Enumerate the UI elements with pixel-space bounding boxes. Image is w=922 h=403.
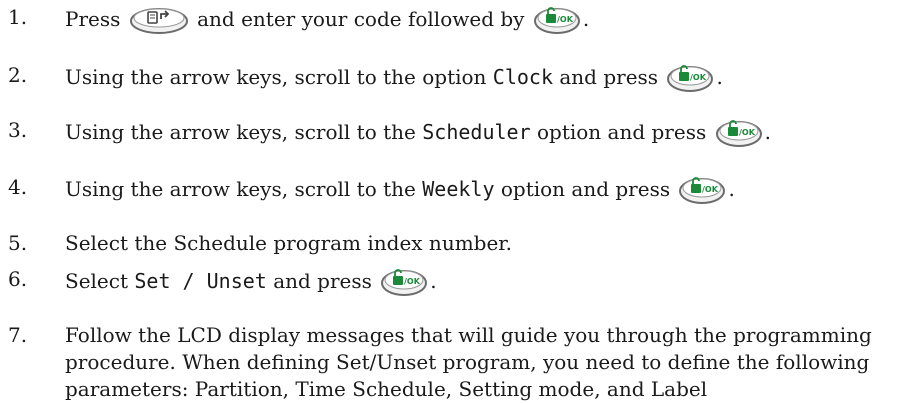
step-number: 1.	[8, 5, 28, 29]
step-text: Using the arrow keys, scroll to the opti…	[65, 62, 723, 98]
step-number: 5.	[8, 231, 28, 255]
ok-key-label: /OK	[404, 277, 421, 286]
step-text: Using the arrow keys, scroll to the Week…	[65, 174, 735, 210]
step-text: Using the arrow keys, scroll to the Sche…	[65, 117, 771, 153]
ok-key-label: /OK	[702, 185, 719, 194]
step-text: Follow the LCD display messages that wil…	[65, 323, 872, 401]
menu-back-key-icon	[128, 4, 190, 40]
unlock-ok-key-icon: /OK	[665, 62, 715, 98]
menu-option-code: Scheduler	[422, 120, 531, 144]
unlock-ok-key-icon: /OK	[532, 4, 582, 40]
ok-key-label: /OK	[690, 73, 707, 82]
unlock-ok-key-icon: /OK	[714, 117, 764, 153]
ok-key-label: /OK	[557, 15, 574, 24]
step-number: 2.	[8, 63, 28, 87]
step-number: 6.	[8, 267, 28, 291]
unlock-ok-key-icon: /OK	[677, 174, 727, 210]
step-text: Select the Schedule program index number…	[65, 231, 513, 255]
menu-option-code: Set / Unset	[134, 269, 267, 293]
unlock-ok-key-icon: /OK	[379, 266, 429, 302]
ok-key-label: /OK	[739, 128, 756, 137]
step-number: 3.	[8, 118, 28, 142]
step-text: Press and enter your code followed by /O…	[65, 4, 589, 40]
step-number: 4.	[8, 175, 28, 199]
menu-option-code: Weekly	[422, 177, 495, 201]
step-number: 7.	[8, 323, 28, 347]
step-text: Select Set / Unset and press /OK .	[65, 266, 437, 302]
menu-option-code: Clock	[492, 65, 554, 89]
